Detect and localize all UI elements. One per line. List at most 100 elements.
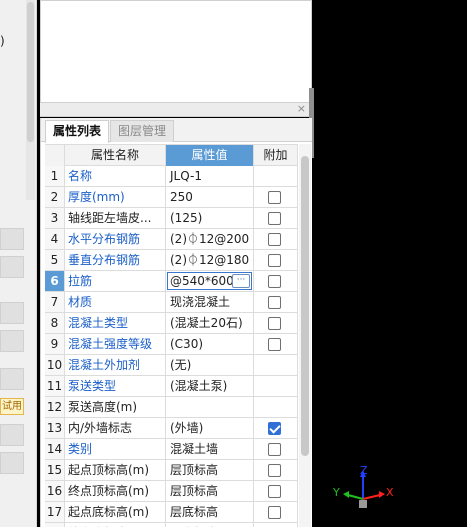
value-editor-text[interactable]: @540*600: [170, 272, 234, 290]
property-name[interactable]: 材质: [65, 292, 166, 312]
left-panel-item[interactable]: [0, 452, 24, 474]
row-number[interactable]: 10: [45, 355, 65, 375]
property-value[interactable]: 层底标高: [166, 523, 254, 527]
property-name[interactable]: 内/外墙标志: [65, 418, 166, 438]
close-icon[interactable]: ×: [297, 102, 306, 115]
property-row[interactable]: 15 起点顶标高(m) 层顶标高: [45, 460, 298, 481]
property-row[interactable]: 18终点底标高(m)层底标高: [45, 523, 298, 527]
property-row[interactable]: 16 终点顶标高(m) 层顶标高: [45, 481, 298, 502]
left-panel-item[interactable]: [0, 330, 24, 352]
left-panel-item[interactable]: [0, 228, 24, 250]
property-name[interactable]: 泵送高度(m): [65, 397, 166, 417]
header-name[interactable]: 属性名称: [65, 145, 166, 166]
property-name[interactable]: 水平分布钢筋: [65, 229, 166, 249]
property-value[interactable]: 层顶标高: [166, 481, 254, 501]
property-value[interactable]: @540*600 ···: [166, 271, 254, 291]
add-checkbox[interactable]: [268, 464, 281, 477]
ellipsis-button[interactable]: ···: [232, 274, 250, 288]
property-row[interactable]: 3 轴线距左墙皮... (125): [45, 208, 298, 229]
row-number[interactable]: 12: [45, 397, 65, 417]
property-value[interactable]: (2)⏀12@200: [166, 229, 254, 249]
property-value[interactable]: (外墙): [166, 418, 254, 438]
property-row[interactable]: 5 垂直分布钢筋 (2)⏀12@180: [45, 250, 298, 271]
add-checkbox[interactable]: [268, 485, 281, 498]
left-panel-item[interactable]: [0, 368, 24, 390]
property-name[interactable]: 起点底标高(m): [65, 502, 166, 522]
property-value[interactable]: 层顶标高: [166, 460, 254, 480]
trial-badge[interactable]: 试用: [0, 398, 24, 415]
row-number[interactable]: 2: [45, 187, 65, 207]
row-number[interactable]: 6: [45, 271, 65, 291]
property-value[interactable]: (125): [166, 208, 254, 228]
property-name[interactable]: 终点底标高(m): [65, 523, 166, 527]
row-number[interactable]: 16: [45, 481, 65, 501]
add-checkbox[interactable]: [268, 506, 281, 519]
property-row[interactable]: 11 泵送类型 (混凝土泵): [45, 376, 298, 397]
property-row[interactable]: 4 水平分布钢筋 (2)⏀12@200: [45, 229, 298, 250]
property-row[interactable]: 14 类别 混凝土墙: [45, 439, 298, 460]
row-number[interactable]: 18: [45, 523, 65, 527]
add-checkbox[interactable]: [268, 422, 281, 435]
add-checkbox[interactable]: [268, 275, 281, 288]
property-row[interactable]: 13 内/外墙标志 (外墙): [45, 418, 298, 439]
add-checkbox[interactable]: [268, 296, 281, 309]
row-number[interactable]: 14: [45, 439, 65, 459]
value-editor[interactable]: @540*600 ···: [167, 272, 252, 290]
row-number[interactable]: 11: [45, 376, 65, 396]
row-number[interactable]: 15: [45, 460, 65, 480]
property-row[interactable]: 8 混凝土类型 (混凝土20石): [45, 313, 298, 334]
property-value[interactable]: (混凝土20石): [166, 313, 254, 333]
property-name[interactable]: 厚度(mm): [65, 187, 166, 207]
row-number[interactable]: 4: [45, 229, 65, 249]
grid-scrollbar[interactable]: [299, 144, 311, 527]
property-value[interactable]: 层底标高: [166, 502, 254, 522]
row-number[interactable]: 8: [45, 313, 65, 333]
property-value[interactable]: JLQ-1: [166, 166, 254, 186]
left-panel-item[interactable]: [0, 424, 24, 446]
grid-scroll-thumb[interactable]: [301, 156, 309, 456]
property-value[interactable]: (混凝土泵): [166, 376, 254, 396]
property-row[interactable]: 12 泵送高度(m): [45, 397, 298, 418]
property-value[interactable]: 250: [166, 187, 254, 207]
property-name[interactable]: 混凝土强度等级: [65, 334, 166, 354]
header-value[interactable]: 属性值: [166, 145, 254, 166]
property-value[interactable]: (C30): [166, 334, 254, 354]
add-checkbox[interactable]: [268, 443, 281, 456]
property-value[interactable]: 现浇混凝土: [166, 292, 254, 312]
add-checkbox[interactable]: [268, 212, 281, 225]
property-row[interactable]: 7 材质 现浇混凝土: [45, 292, 298, 313]
property-row[interactable]: 1 名称 JLQ-1: [45, 166, 298, 187]
tab-layers[interactable]: 图层管理: [110, 120, 175, 142]
tab-properties[interactable]: 属性列表: [45, 120, 110, 143]
row-number[interactable]: 7: [45, 292, 65, 312]
property-name[interactable]: 名称: [65, 166, 166, 186]
property-value[interactable]: (无): [166, 355, 254, 375]
property-row[interactable]: 10 混凝土外加剂 (无): [45, 355, 298, 376]
row-number[interactable]: 17: [45, 502, 65, 522]
left-panel-scrollbar[interactable]: [26, 0, 35, 200]
property-name[interactable]: 混凝土外加剂: [65, 355, 166, 375]
row-number[interactable]: 3: [45, 208, 65, 228]
left-panel-item[interactable]: [0, 256, 24, 278]
row-number[interactable]: 9: [45, 334, 65, 354]
add-checkbox[interactable]: [268, 191, 281, 204]
property-row[interactable]: 17 起点底标高(m) 层底标高: [45, 502, 298, 523]
row-number[interactable]: 5: [45, 250, 65, 270]
property-value[interactable]: [166, 397, 254, 417]
header-add[interactable]: 附加: [254, 145, 298, 166]
property-row[interactable]: 9 混凝土强度等级 (C30): [45, 334, 298, 355]
left-panel-scroll-thumb[interactable]: [27, 2, 34, 142]
row-number[interactable]: 13: [45, 418, 65, 438]
panel-splitter[interactable]: ×: [40, 102, 312, 117]
property-value[interactable]: 混凝土墙: [166, 439, 254, 459]
property-row[interactable]: 2 厚度(mm) 250: [45, 187, 298, 208]
add-checkbox[interactable]: [268, 338, 281, 351]
property-row[interactable]: 6 拉筋 @540*600 ···: [45, 271, 298, 292]
property-name[interactable]: 起点顶标高(m): [65, 460, 166, 480]
property-name[interactable]: 混凝土类型: [65, 313, 166, 333]
property-name[interactable]: 终点顶标高(m): [65, 481, 166, 501]
property-name[interactable]: 拉筋: [65, 271, 166, 291]
row-number[interactable]: 1: [45, 166, 65, 186]
property-name[interactable]: 泵送类型: [65, 376, 166, 396]
property-name[interactable]: 类别: [65, 439, 166, 459]
